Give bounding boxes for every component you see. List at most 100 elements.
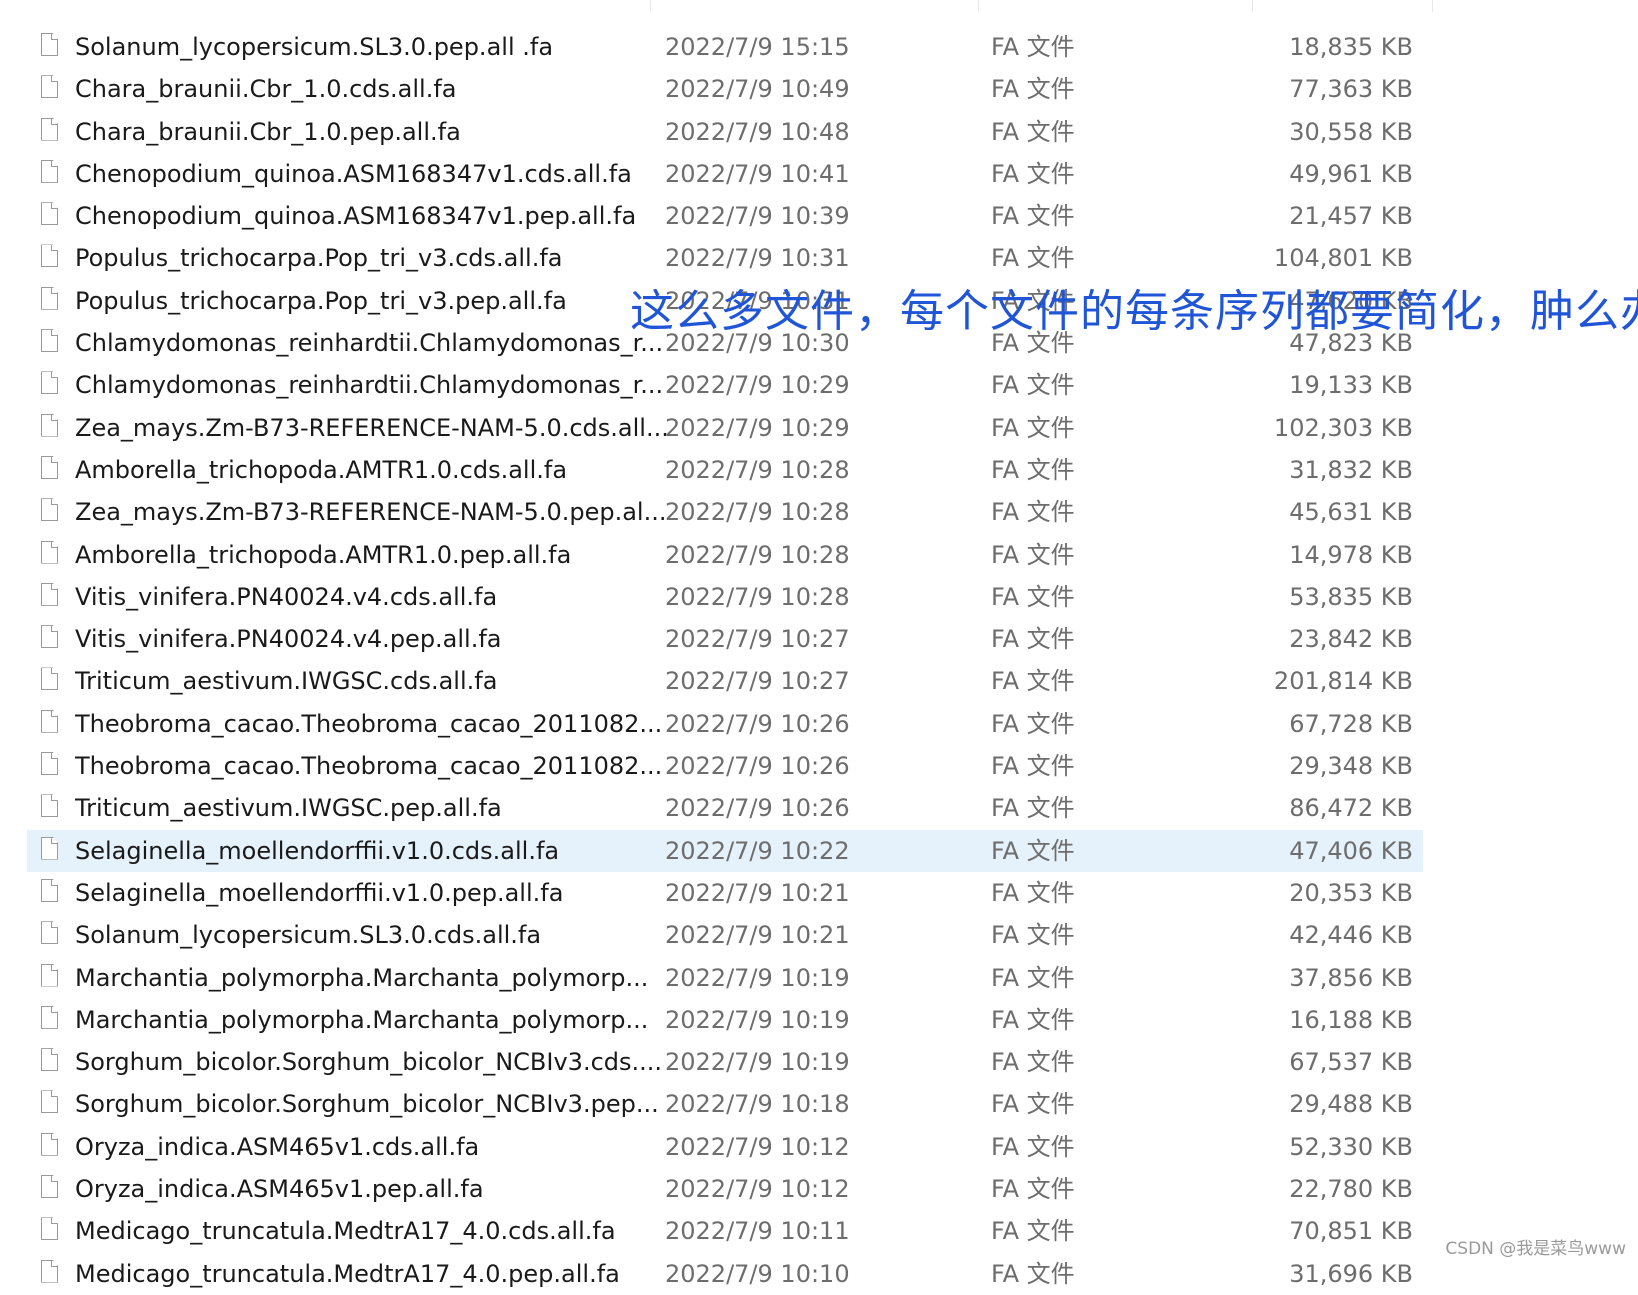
file-modified-date: 2022/7/9 10:28 [665, 455, 850, 484]
file-size: 42,446 KB [1289, 921, 1413, 950]
file-row[interactable]: Populus_trichocarpa.Pop_tri_v3.cds.all.f… [27, 237, 1423, 279]
file-size: 30,558 KB [1289, 117, 1413, 146]
column-divider[interactable] [1252, 0, 1253, 12]
file-row[interactable]: Sorghum_bicolor.Sorghum_bicolor_NCBIv3.p… [27, 1083, 1423, 1125]
file-type: FA 文件 [991, 1005, 1075, 1034]
file-type: FA 文件 [991, 1259, 1075, 1288]
file-size: 19,133 KB [1289, 371, 1413, 400]
file-name: Chenopodium_quinoa.ASM168347v1.pep.all.f… [75, 202, 637, 231]
file-size: 201,814 KB [1273, 667, 1413, 696]
file-name: Amborella_trichopoda.AMTR1.0.cds.all.fa [75, 455, 568, 484]
overlay-caption: 这么多文件，每个文件的每条序列都要简化，肿么办 [630, 286, 1638, 337]
file-modified-date: 2022/7/9 10:21 [665, 878, 850, 907]
file-name: Populus_trichocarpa.Pop_tri_v3.pep.all.f… [75, 286, 567, 315]
file-row[interactable]: Solanum_lycopersicum.SL3.0.cds.all.fa 20… [27, 914, 1423, 956]
file-row[interactable]: Solanum_lycopersicum.SL3.0.pep.all .fa 2… [27, 26, 1423, 68]
file-size: 20,353 KB [1289, 878, 1413, 907]
file-row[interactable]: Amborella_trichopoda.AMTR1.0.cds.all.fa … [27, 449, 1423, 491]
file-icon [41, 371, 58, 395]
file-row[interactable]: Theobroma_cacao.Theobroma_cacao_2011082.… [27, 745, 1423, 787]
file-row[interactable]: Selaginella_moellendorffii.v1.0.cds.all.… [27, 829, 1423, 872]
file-row[interactable]: Selaginella_moellendorffii.v1.0.pep.all.… [27, 872, 1423, 914]
file-name: Selaginella_moellendorffii.v1.0.cds.all.… [75, 836, 560, 865]
file-size: 104,801 KB [1273, 244, 1413, 273]
file-row[interactable]: Chlamydomonas_reinhardtii.Chlamydomonas_… [27, 364, 1423, 406]
file-name: Vitis_vinifera.PN40024.v4.pep.all.fa [75, 625, 502, 654]
file-type: FA 文件 [991, 921, 1075, 950]
file-icon [41, 1048, 58, 1072]
file-name: Populus_trichocarpa.Pop_tri_v3.cds.all.f… [75, 244, 563, 273]
file-name: Selaginella_moellendorffii.v1.0.pep.all.… [75, 878, 564, 907]
file-name: Chlamydomonas_reinhardtii.Chlamydomonas_… [75, 329, 664, 358]
file-modified-date: 2022/7/9 10:26 [665, 709, 850, 738]
file-type: FA 文件 [991, 1132, 1075, 1161]
file-type: FA 文件 [991, 709, 1075, 738]
file-row[interactable]: Theobroma_cacao.Theobroma_cacao_2011082.… [27, 703, 1423, 745]
file-modified-date: 2022/7/9 10:28 [665, 540, 850, 569]
file-modified-date: 2022/7/9 10:10 [665, 1259, 850, 1288]
file-row[interactable]: Oryza_indica.ASM465v1.cds.all.fa 2022/7/… [27, 1126, 1423, 1168]
file-icon [41, 1175, 58, 1199]
file-size: 67,537 KB [1289, 1048, 1413, 1077]
file-row[interactable]: Chara_braunii.Cbr_1.0.pep.all.fa 2022/7/… [27, 111, 1423, 153]
file-row[interactable]: Vitis_vinifera.PN40024.v4.pep.all.fa 202… [27, 618, 1423, 660]
file-name: Oryza_indica.ASM465v1.pep.all.fa [75, 1175, 484, 1204]
file-row[interactable]: Amborella_trichopoda.AMTR1.0.pep.all.fa … [27, 534, 1423, 576]
file-type: FA 文件 [991, 413, 1075, 442]
file-modified-date: 2022/7/9 10:41 [665, 159, 850, 188]
file-icon [41, 667, 58, 691]
file-row[interactable]: Zea_mays.Zm-B73-REFERENCE-NAM-5.0.cds.al… [27, 407, 1423, 449]
file-row[interactable]: Triticum_aestivum.IWGSC.cds.all.fa 2022/… [27, 660, 1423, 702]
file-icon [41, 1217, 58, 1241]
file-icon [41, 963, 58, 987]
file-row[interactable]: Chenopodium_quinoa.ASM168347v1.cds.all.f… [27, 153, 1423, 195]
file-name: Oryza_indica.ASM465v1.cds.all.fa [75, 1132, 480, 1161]
file-icon [41, 159, 58, 183]
column-divider[interactable] [650, 0, 651, 12]
file-type: FA 文件 [991, 244, 1075, 273]
column-divider[interactable] [1432, 0, 1433, 12]
file-row[interactable]: Triticum_aestivum.IWGSC.pep.all.fa 2022/… [27, 787, 1423, 829]
file-name: Chenopodium_quinoa.ASM168347v1.cds.all.f… [75, 159, 632, 188]
file-modified-date: 2022/7/9 10:11 [665, 1217, 850, 1246]
file-row[interactable]: Marchantia_polymorpha.Marchanta_polymorp… [27, 957, 1423, 999]
file-modified-date: 2022/7/9 15:15 [665, 33, 850, 61]
file-type: FA 文件 [991, 33, 1075, 61]
file-type: FA 文件 [991, 1175, 1075, 1204]
file-row[interactable]: Medicago_truncatula.MedtrA17_4.0.cds.all… [27, 1210, 1423, 1252]
file-name: Medicago_truncatula.MedtrA17_4.0.cds.all… [75, 1217, 616, 1246]
file-icon [41, 1005, 58, 1029]
file-icon [41, 794, 58, 818]
file-row[interactable]: Marchantia_polymorpha.Marchanta_polymorp… [27, 999, 1423, 1041]
column-divider[interactable] [978, 0, 979, 12]
file-row[interactable]: Chara_braunii.Cbr_1.0.cds.all.fa 2022/7/… [27, 68, 1423, 110]
file-modified-date: 2022/7/9 10:26 [665, 794, 850, 823]
file-icon [41, 625, 58, 649]
file-size: 23,842 KB [1289, 625, 1413, 654]
file-modified-date: 2022/7/9 10:39 [665, 202, 850, 231]
file-list: Solanum_lycopersicum.SL3.0.pep.all .fa 2… [27, 26, 1423, 1295]
file-type: FA 文件 [991, 455, 1075, 484]
file-name: Medicago_truncatula.MedtrA17_4.0.pep.all… [75, 1259, 620, 1288]
file-row[interactable]: Sorghum_bicolor.Sorghum_bicolor_NCBIv3.c… [27, 1041, 1423, 1083]
file-row[interactable]: Medicago_truncatula.MedtrA17_4.0.pep.all… [27, 1253, 1423, 1295]
file-modified-date: 2022/7/9 10:21 [665, 921, 850, 950]
file-row[interactable]: Vitis_vinifera.PN40024.v4.cds.all.fa 202… [27, 576, 1423, 618]
file-size: 22,780 KB [1289, 1175, 1413, 1204]
file-icon [41, 202, 58, 226]
file-icon [41, 752, 58, 776]
file-modified-date: 2022/7/9 10:12 [665, 1132, 850, 1161]
file-modified-date: 2022/7/9 10:31 [665, 244, 850, 273]
file-row[interactable]: Chenopodium_quinoa.ASM168347v1.pep.all.f… [27, 195, 1423, 237]
file-icon [41, 1259, 58, 1283]
file-row[interactable]: Oryza_indica.ASM465v1.pep.all.fa 2022/7/… [27, 1168, 1423, 1210]
file-icon [41, 836, 58, 860]
file-size: 16,188 KB [1289, 1005, 1413, 1034]
file-icon [41, 75, 58, 99]
file-modified-date: 2022/7/9 10:29 [665, 371, 850, 400]
watermark: CSDN @我是菜鸟www [1445, 1239, 1626, 1259]
file-size: 77,363 KB [1289, 75, 1413, 104]
file-row[interactable]: Zea_mays.Zm-B73-REFERENCE-NAM-5.0.pep.al… [27, 491, 1423, 533]
file-type: FA 文件 [991, 202, 1075, 231]
file-modified-date: 2022/7/9 10:22 [665, 836, 850, 865]
